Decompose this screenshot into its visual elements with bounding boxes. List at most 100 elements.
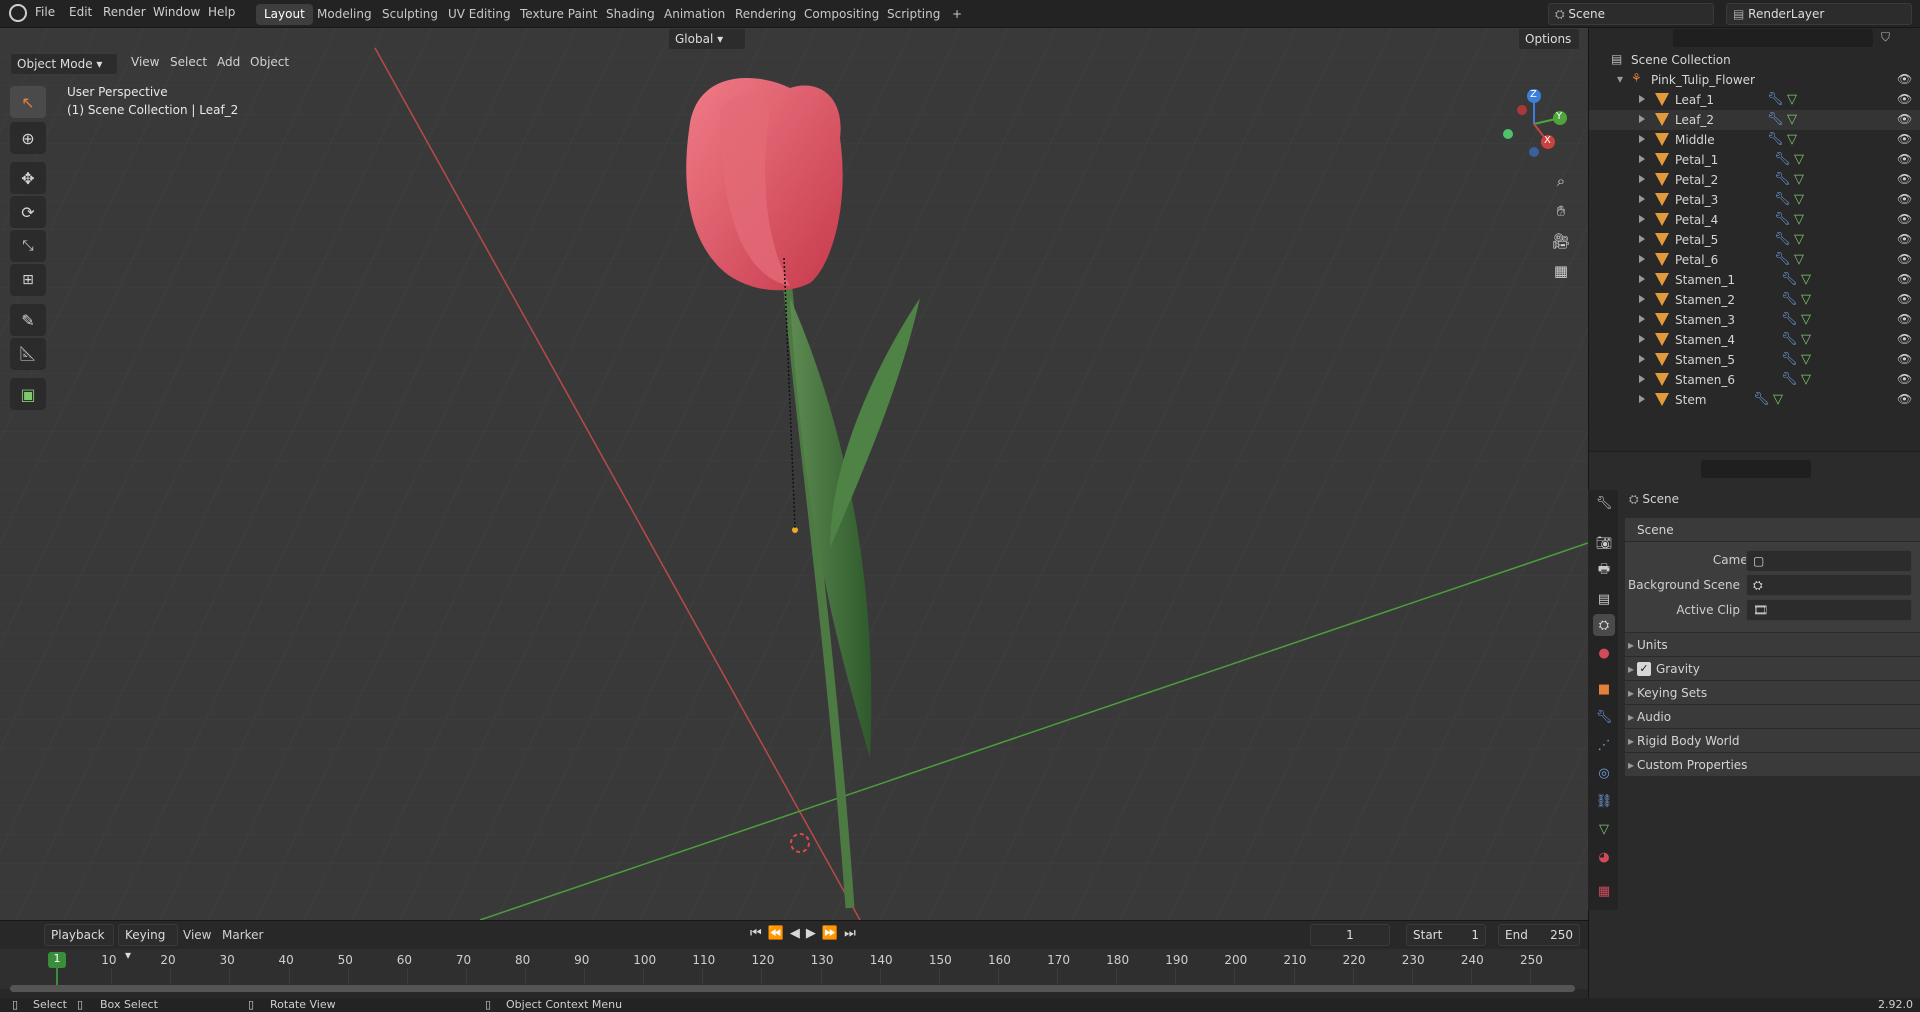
zoom-button[interactable]: ⌕ (1548, 168, 1574, 194)
eye-icon[interactable]: 👁︎ (1897, 372, 1912, 386)
subpanel-row[interactable]: ▸ Keying Sets (1625, 681, 1920, 705)
mesh-data-icon[interactable]: ▽ (1794, 172, 1804, 187)
data-tab-icon[interactable]: ▽ (1593, 818, 1615, 840)
modifier-icon[interactable]: 🔧︎ (1781, 352, 1798, 367)
viewport-menu-view[interactable]: View (131, 55, 159, 69)
mesh-data-icon[interactable]: ▽ (1787, 92, 1797, 107)
modifier-icon[interactable]: 🔧︎ (1767, 112, 1784, 127)
blender-logo-icon[interactable] (9, 4, 27, 22)
timeline-scrollbar[interactable] (10, 985, 1575, 992)
render-tab-icon[interactable]: 📷︎ (1593, 532, 1615, 554)
material-tab-icon[interactable]: ◕ (1593, 846, 1615, 868)
eye-icon[interactable]: 👁︎ (1897, 312, 1912, 326)
modifier-tab-icon[interactable]: 🔧︎ (1593, 706, 1615, 728)
mesh-data-icon[interactable]: ▽ (1801, 312, 1811, 327)
modifier-icon[interactable]: 🔧︎ (1767, 92, 1784, 107)
expand-arrow-icon[interactable] (1639, 295, 1645, 303)
menu-window[interactable]: Window (153, 5, 200, 19)
mesh-data-icon[interactable]: ▽ (1794, 152, 1804, 167)
eye-icon[interactable]: 👁︎ (1897, 292, 1912, 306)
expand-arrow-icon[interactable] (1639, 175, 1645, 183)
end-frame-field[interactable]: End 250 (1498, 924, 1580, 946)
menu-edit[interactable]: Edit (69, 5, 92, 19)
tree-row-object[interactable]: Leaf_2 🔧︎ ▽ 👁︎ (1589, 110, 1920, 130)
expand-arrow-icon[interactable] (1639, 115, 1645, 123)
mesh-data-icon[interactable]: ▽ (1787, 112, 1797, 127)
move-tool[interactable]: ✥ (10, 162, 46, 194)
mesh-data-icon[interactable]: ▽ (1794, 252, 1804, 267)
options-button[interactable]: Options (1518, 28, 1580, 50)
eye-icon[interactable]: 👁︎ (1897, 232, 1912, 246)
bg-scene-field[interactable]: ⛭ (1746, 574, 1912, 596)
menu-help[interactable]: Help (208, 5, 235, 19)
transform-orientation-selector[interactable]: Global ▾ (668, 28, 746, 50)
cursor-tool[interactable]: ⊕ (10, 122, 46, 154)
props-search[interactable] (1701, 460, 1811, 478)
view-layer-selector[interactable]: ▤ RenderLayer (1726, 3, 1912, 25)
mesh-data-icon[interactable]: ▽ (1794, 232, 1804, 247)
view-layer-tab-icon[interactable]: ▤ (1593, 588, 1615, 610)
mesh-data-icon[interactable]: ▽ (1787, 132, 1797, 147)
tree-row-scene-collection[interactable]: ▤ Scene Collection (1589, 50, 1920, 70)
measure-tool[interactable]: 📐︎ (10, 338, 46, 370)
add-cube-tool[interactable]: ▣ (10, 378, 46, 410)
eye-icon[interactable]: 👁︎ (1897, 192, 1912, 206)
tree-row-object[interactable]: Petal_1 🔧︎ ▽ 👁︎ (1589, 150, 1920, 170)
eye-icon[interactable]: 👁︎ (1897, 332, 1912, 346)
rotate-tool[interactable]: ⟳ (10, 196, 46, 228)
expand-arrow-icon[interactable] (1639, 135, 1645, 143)
eye-icon[interactable]: 👁︎ (1897, 272, 1912, 286)
modifier-icon[interactable]: 🔧︎ (1774, 152, 1791, 167)
modifier-icon[interactable]: 🔧︎ (1774, 252, 1791, 267)
modifier-icon[interactable]: 🔧︎ (1781, 272, 1798, 287)
expand-arrow-icon[interactable] (1639, 315, 1645, 323)
tree-row-object[interactable]: Petal_5 🔧︎ ▽ 👁︎ (1589, 230, 1920, 250)
modifier-icon[interactable]: 🔧︎ (1774, 232, 1791, 247)
tree-row-object[interactable]: Stamen_3 🔧︎ ▽ 👁︎ (1589, 310, 1920, 330)
start-frame-field[interactable]: Start 1 (1406, 924, 1486, 946)
scene-panel-header[interactable]: Scene (1625, 518, 1920, 542)
tab-animation[interactable]: Animation (656, 4, 733, 25)
eye-icon[interactable]: 👁︎ (1897, 252, 1912, 266)
mesh-data-icon[interactable]: ▽ (1801, 272, 1811, 287)
menu-render[interactable]: Render (103, 5, 146, 19)
tree-row-object[interactable]: Stamen_6 🔧︎ ▽ 👁︎ (1589, 370, 1920, 390)
expand-arrow-icon[interactable] (1639, 235, 1645, 243)
modifier-icon[interactable]: 🔧︎ (1753, 392, 1770, 407)
camera-view-button[interactable]: 🎥︎ (1548, 228, 1574, 254)
subpanel-row[interactable]: ▸ Audio (1625, 705, 1920, 729)
tab-rendering[interactable]: Rendering (727, 4, 804, 25)
subpanel-row[interactable]: ▸ Units (1625, 633, 1920, 657)
physics-tab-icon[interactable]: ◎ (1593, 762, 1615, 784)
keying-menu[interactable]: Keying ▾ (118, 924, 178, 962)
playback-menu[interactable]: Playback ▾ (44, 924, 114, 962)
tree-row-object[interactable]: Stamen_5 🔧︎ ▽ 👁︎ (1589, 350, 1920, 370)
3d-viewport[interactable] (0, 28, 1588, 920)
modifier-icon[interactable]: 🔧︎ (1781, 312, 1798, 327)
scene-tab-icon[interactable]: ⛭ (1593, 614, 1615, 636)
eye-icon[interactable]: 👁︎ (1897, 132, 1912, 146)
expand-arrow-icon[interactable] (1639, 275, 1645, 283)
tab-shading[interactable]: Shading (598, 4, 663, 25)
constraints-tab-icon[interactable]: ⛓︎ (1593, 790, 1615, 812)
tool-tab-icon[interactable]: 🔧︎ (1593, 492, 1615, 514)
scale-tool[interactable]: ⤡ (10, 230, 46, 262)
tree-row-object[interactable]: Stamen_1 🔧︎ ▽ 👁︎ (1589, 270, 1920, 290)
mesh-data-icon[interactable]: ▽ (1794, 192, 1804, 207)
add-workspace-button[interactable]: + (944, 4, 970, 25)
annotate-tool[interactable]: ✎ (10, 304, 46, 336)
modifier-icon[interactable]: 🔧︎ (1774, 212, 1791, 227)
eye-icon[interactable]: 👁︎ (1897, 172, 1912, 186)
expand-arrow-icon[interactable] (1639, 355, 1645, 363)
current-frame-field[interactable]: 1 (1310, 924, 1390, 946)
tab-uv-editing[interactable]: UV Editing (440, 4, 519, 25)
tab-scripting[interactable]: Scripting (879, 4, 948, 25)
expand-arrow-icon[interactable] (1639, 195, 1645, 203)
playback-controls[interactable]: ⏮⏪◀▶⏩⏭ (750, 926, 862, 941)
expand-arrow-icon[interactable] (1639, 255, 1645, 263)
expand-arrow-icon[interactable] (1639, 395, 1645, 403)
expand-arrow-icon[interactable] (1639, 215, 1645, 223)
eye-icon[interactable]: 👁︎ (1897, 72, 1912, 86)
eye-icon[interactable]: 👁︎ (1897, 352, 1912, 366)
viewport-menu-add[interactable]: Add (217, 55, 240, 69)
